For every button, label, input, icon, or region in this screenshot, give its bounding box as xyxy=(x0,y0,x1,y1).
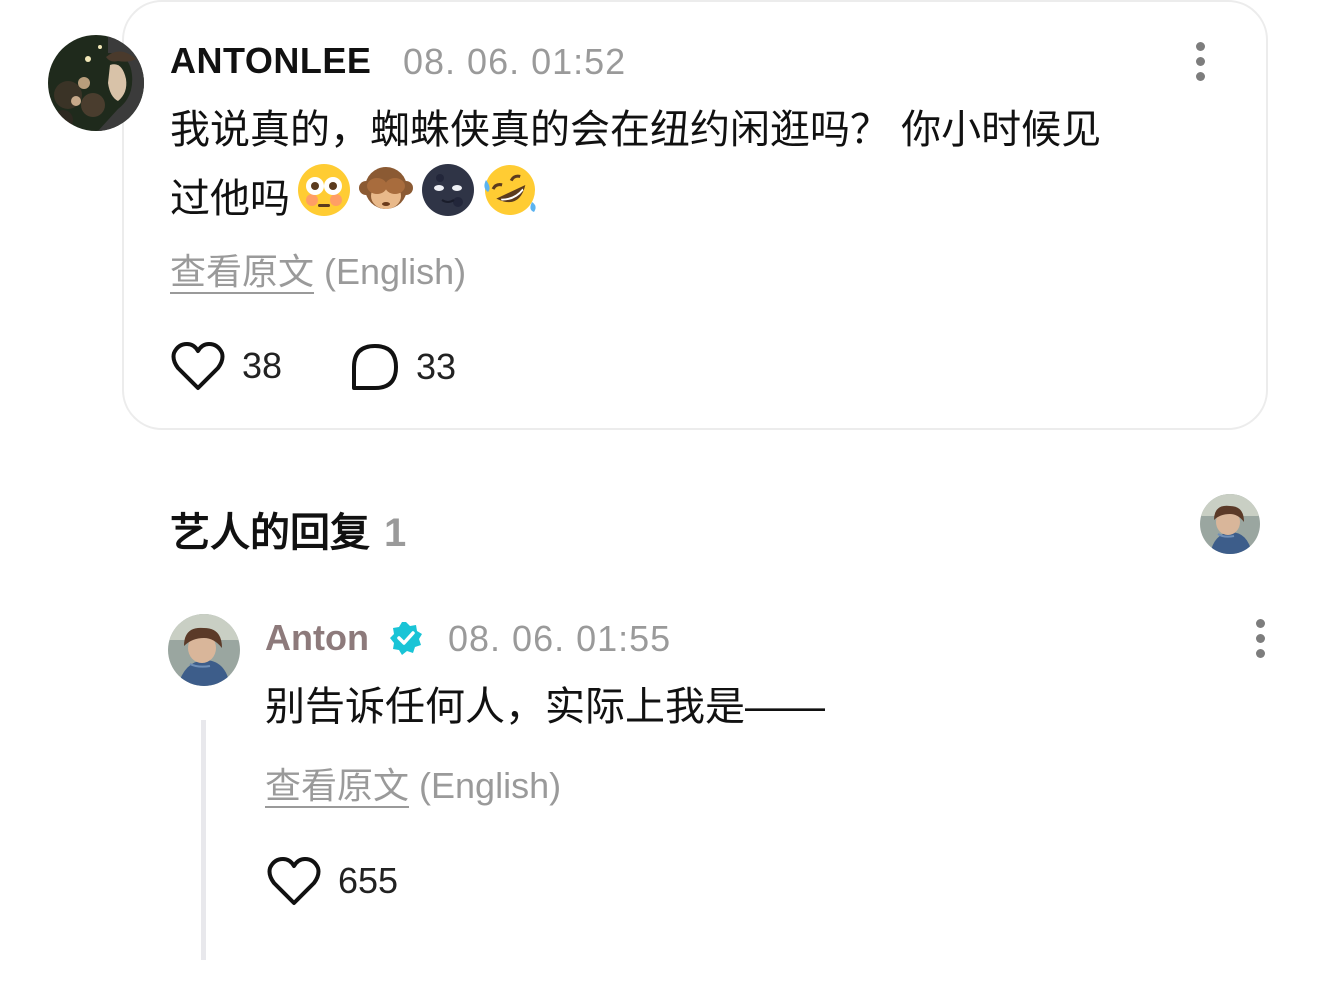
heart-icon xyxy=(171,342,225,390)
reply-original-language-label: (English) xyxy=(419,765,562,806)
speech-bubble-icon xyxy=(352,344,398,390)
comment-reply-button[interactable]: 33 xyxy=(350,342,456,392)
view-original-link[interactable]: 查看原文 xyxy=(170,251,314,292)
comment-text-line1: 我说真的，蜘蛛侠真的会在纽约闲逛吗？ 你小时候见 xyxy=(170,108,1102,152)
artist-avatar[interactable] xyxy=(168,614,240,686)
comment-text: 我说真的，蜘蛛侠真的会在纽约闲逛吗？ 你小时候见 过他吗 xyxy=(170,99,1230,237)
reply-translate-link[interactable]: 查看原文 (English) xyxy=(265,757,561,809)
artist-replies-count: 1 xyxy=(384,511,407,555)
reply-like-count: 655 xyxy=(338,860,399,901)
comment-timestamp: 08. 06. 01:52 xyxy=(403,41,627,82)
reply-timestamp: 08. 06. 01:55 xyxy=(448,618,672,659)
heart-icon xyxy=(267,857,321,905)
comment-text-line2: 过他吗 xyxy=(170,177,290,221)
comment-like-button[interactable]: 38 xyxy=(170,340,282,392)
verified-badge-icon xyxy=(388,620,424,661)
flushed-face-icon xyxy=(296,162,352,237)
artist-avatar-small[interactable] xyxy=(1200,494,1260,554)
comment-like-count: 38 xyxy=(242,345,283,386)
commenter-avatar[interactable] xyxy=(48,35,144,131)
see-no-evil-monkey-icon xyxy=(358,162,414,237)
reply-like-button[interactable]: 655 xyxy=(266,855,398,907)
reply-view-original-link[interactable]: 查看原文 xyxy=(265,765,409,806)
thread-line xyxy=(201,720,206,960)
comment-more-icon[interactable] xyxy=(1190,42,1210,92)
artist-replies-title: 艺人的回复 xyxy=(170,511,370,555)
new-moon-face-icon xyxy=(420,162,476,237)
artist-replies-header: 艺人的回复 1 xyxy=(170,500,406,558)
reply-more-icon[interactable] xyxy=(1250,619,1270,669)
original-language-label: (English) xyxy=(324,251,467,292)
commenter-username[interactable]: ANTONLEE xyxy=(170,40,371,82)
comment-reply-count: 33 xyxy=(416,346,457,387)
reply-text: 别告诉任何人，实际上我是—— xyxy=(265,685,825,729)
rolling-on-floor-laughing-icon xyxy=(482,162,538,237)
artist-username[interactable]: Anton xyxy=(265,617,369,659)
comment-translate-link[interactable]: 查看原文 (English) xyxy=(170,243,466,295)
